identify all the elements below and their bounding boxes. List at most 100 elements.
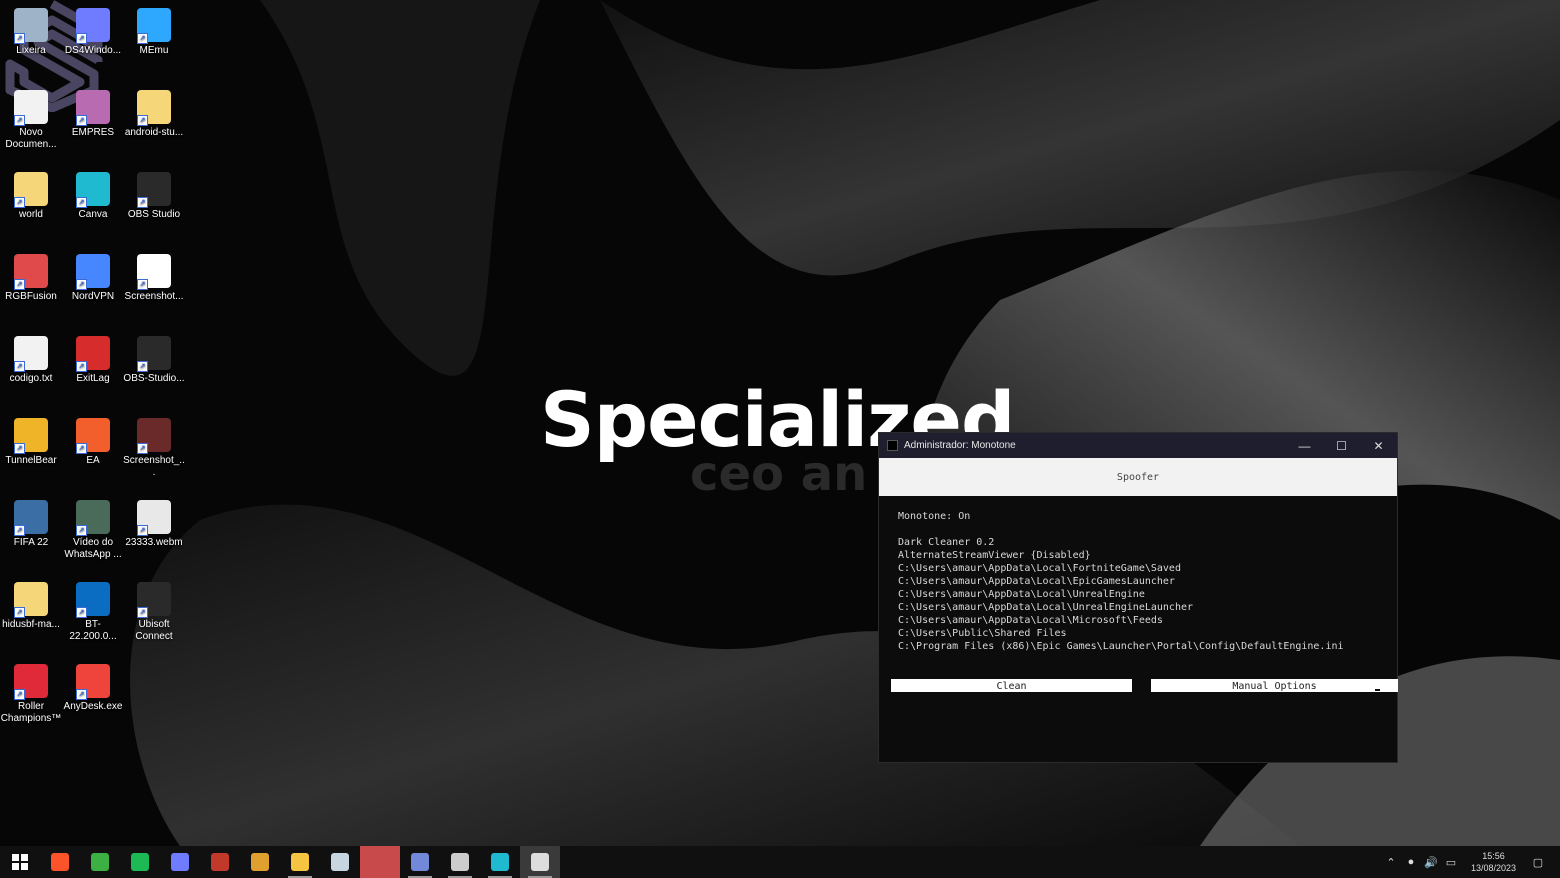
desktop-icon[interactable]: ↗ MEmu bbox=[123, 8, 185, 57]
notifications-icon[interactable]: ▢ bbox=[1528, 856, 1548, 869]
taskbar-brave-button[interactable] bbox=[40, 846, 80, 878]
text-document-icon: ↗ bbox=[14, 336, 48, 372]
taskbar-canva-button[interactable] bbox=[480, 846, 520, 878]
console-line: C:\Users\amaur\AppData\Local\EpicGamesLa… bbox=[898, 576, 1175, 587]
desktop-icon[interactable]: ↗ TunnelBear bbox=[0, 418, 62, 467]
canva-icon bbox=[491, 853, 509, 871]
shortcut-arrow-icon: ↗ bbox=[137, 115, 148, 126]
window-titlebar[interactable]: Administrador: Monotone — ☐ ✕ bbox=[879, 433, 1397, 458]
volume-icon[interactable]: 🔊 bbox=[1421, 856, 1441, 869]
desktop-icon[interactable]: ↗ codigo.txt bbox=[0, 336, 62, 385]
book-icon bbox=[251, 853, 269, 871]
desktop-icon[interactable]: ↗ FIFA 22 bbox=[0, 500, 62, 549]
desktop-icon[interactable]: ↗ hidusbf-ma... bbox=[0, 582, 62, 631]
shortcut-arrow-icon: ↗ bbox=[137, 607, 148, 618]
network-status-icon[interactable]: ● bbox=[1401, 856, 1421, 868]
tab-spoofer[interactable]: Spoofer bbox=[879, 458, 1397, 496]
gamepad-icon bbox=[171, 853, 189, 871]
desktop-icon[interactable]: ↗ OBS-Studio... bbox=[123, 336, 185, 385]
image-file-icon: ↗ bbox=[137, 254, 171, 290]
desktop-icon-label: Screenshot_... bbox=[123, 455, 185, 478]
desktop-icon-label: hidusbf-ma... bbox=[2, 619, 60, 630]
desktop-icon[interactable]: ↗ world bbox=[0, 172, 62, 221]
desktop-icon[interactable]: ↗ Roller Champions™ bbox=[0, 664, 62, 725]
taskbar-red-app-button[interactable] bbox=[360, 846, 400, 878]
desktop-icon-label: Canva bbox=[78, 209, 108, 220]
desktop-icon[interactable]: ↗ android-stu... bbox=[123, 90, 185, 139]
desktop-icon-label: EMPRES bbox=[71, 127, 115, 138]
shortcut-arrow-icon: ↗ bbox=[137, 279, 148, 290]
folder-icon: ↗ bbox=[137, 90, 171, 126]
ea-icon: ↗ bbox=[76, 418, 110, 454]
taskbar-spotify-button[interactable] bbox=[120, 846, 160, 878]
roller-champions-icon: ↗ bbox=[14, 664, 48, 700]
taskbar-xbox-button[interactable] bbox=[80, 846, 120, 878]
keyboard-icon bbox=[451, 853, 469, 871]
shortcut-arrow-icon: ↗ bbox=[76, 525, 87, 536]
desktop-icon-label: world bbox=[19, 209, 43, 220]
shortcut-arrow-icon: ↗ bbox=[14, 607, 25, 618]
desktop-icon[interactable]: ↗ AnyDesk.exe bbox=[62, 664, 124, 713]
display-icon[interactable]: ▭ bbox=[1441, 856, 1461, 869]
desktop-icon[interactable]: ↗ NordVPN bbox=[62, 254, 124, 303]
taskbar-book-button[interactable] bbox=[240, 846, 280, 878]
fifa-icon: ↗ bbox=[14, 500, 48, 536]
minimize-button[interactable]: — bbox=[1286, 433, 1323, 458]
clock[interactable]: 15:56 13/08/2023 bbox=[1471, 850, 1516, 874]
shortcut-arrow-icon: ↗ bbox=[76, 197, 87, 208]
desktop-icon[interactable]: ↗ ExitLag bbox=[62, 336, 124, 385]
desktop-icon[interactable]: ↗ EMPRES bbox=[62, 90, 124, 139]
shortcut-arrow-icon: ↗ bbox=[14, 361, 25, 372]
brave-icon bbox=[51, 853, 69, 871]
desktop-icon[interactable]: ↗ Ubisoft Connect bbox=[123, 582, 185, 643]
shortcut-arrow-icon: ↗ bbox=[76, 689, 87, 700]
desktop-icon[interactable]: ↗ RGBFusion bbox=[0, 254, 62, 303]
taskbar-windows-start-button[interactable] bbox=[0, 846, 40, 878]
console-window[interactable]: Administrador: Monotone — ☐ ✕ Spoofer Mo… bbox=[878, 432, 1398, 763]
maximize-button[interactable]: ☐ bbox=[1323, 433, 1360, 458]
desktop-icon[interactable]: ↗ Screenshot_... bbox=[123, 418, 185, 479]
app-icon bbox=[211, 853, 229, 871]
desktop-icon-label: android-stu... bbox=[124, 127, 184, 138]
desktop-icon[interactable]: ↗ Screenshot... bbox=[123, 254, 185, 303]
folder-icon: ↗ bbox=[14, 582, 48, 618]
taskbar-app-button[interactable] bbox=[200, 846, 240, 878]
shortcut-arrow-icon: ↗ bbox=[76, 443, 87, 454]
taskbar-discord-button[interactable] bbox=[400, 846, 440, 878]
windows-start-icon bbox=[11, 853, 29, 871]
desktop-icon[interactable]: ↗ Novo Documen... bbox=[0, 90, 62, 151]
folder-icon: ↗ bbox=[14, 172, 48, 208]
desktop-icon[interactable]: ↗ 23333.webm bbox=[123, 500, 185, 549]
xbox-icon bbox=[91, 853, 109, 871]
desktop-icon[interactable]: ↗ Lixeira bbox=[0, 8, 62, 57]
desktop-icon[interactable]: ↗ Canva bbox=[62, 172, 124, 221]
shortcut-arrow-icon: ↗ bbox=[14, 197, 25, 208]
rgb-fusion-icon: ↗ bbox=[14, 254, 48, 290]
desktop-icon[interactable]: ↗ Vídeo do WhatsApp ... bbox=[62, 500, 124, 561]
close-button[interactable]: ✕ bbox=[1360, 433, 1397, 458]
clock-time: 15:56 bbox=[1482, 851, 1505, 861]
shortcut-arrow-icon: ↗ bbox=[76, 33, 87, 44]
desktop-icon[interactable]: ↗ OBS Studio bbox=[123, 172, 185, 221]
shortcut-arrow-icon: ↗ bbox=[137, 197, 148, 208]
taskbar-apps bbox=[0, 846, 560, 878]
clean-button[interactable]: Clean bbox=[891, 679, 1132, 692]
console-app-icon bbox=[887, 440, 898, 451]
taskbar-file-explorer-button[interactable] bbox=[280, 846, 320, 878]
video-file-icon: ↗ bbox=[76, 500, 110, 536]
exitlag-icon: ↗ bbox=[76, 336, 110, 372]
desktop-icon[interactable]: ↗ DS4Windo... bbox=[62, 8, 124, 57]
console-line: C:\Users\amaur\AppData\Local\FortniteGam… bbox=[898, 563, 1181, 574]
taskbar-console-app-button[interactable] bbox=[520, 846, 560, 878]
video-file-icon: ↗ bbox=[137, 500, 171, 536]
desktop-icon[interactable]: ↗ EA bbox=[62, 418, 124, 467]
taskbar-gamepad-button[interactable] bbox=[160, 846, 200, 878]
ubisoft-icon: ↗ bbox=[137, 582, 171, 618]
red-app-icon bbox=[371, 853, 389, 871]
console-line: C:\Users\amaur\AppData\Local\UnrealEngin… bbox=[898, 589, 1145, 600]
manual-options-button[interactable]: Manual Options bbox=[1151, 679, 1398, 692]
taskbar-keyboard-button[interactable] bbox=[440, 846, 480, 878]
desktop-icon[interactable]: ↗ BT-22.200.0... bbox=[62, 582, 124, 643]
taskbar-steam-button[interactable] bbox=[320, 846, 360, 878]
show-hidden-icons-icon[interactable]: ⌃ bbox=[1381, 856, 1401, 869]
